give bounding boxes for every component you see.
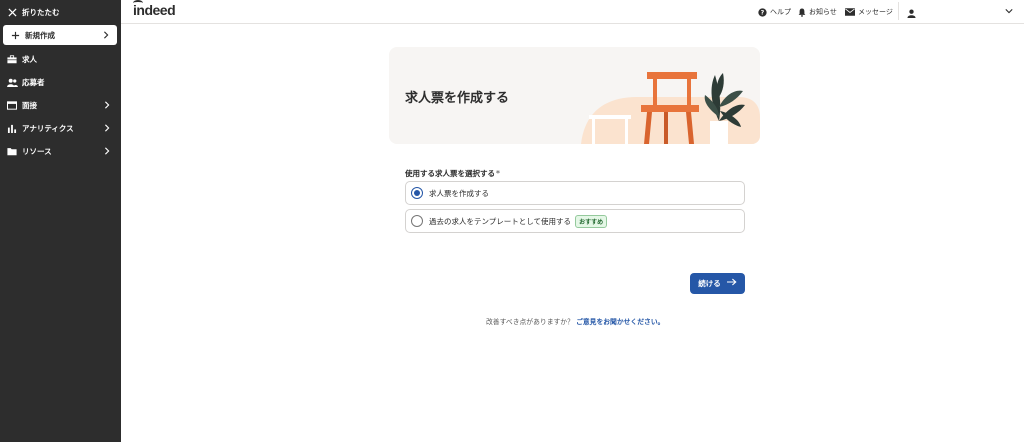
indeed-logo[interactable]: indeed [133, 2, 176, 18]
chair-plant-illustration [581, 72, 760, 144]
feedback-link[interactable]: ご意見をお聞かせください。 [576, 318, 664, 326]
briefcase-icon [5, 54, 19, 64]
messages-link[interactable]: メッセージ [845, 0, 893, 24]
continue-label: 続ける [698, 279, 721, 288]
sidebar-item-resources[interactable]: リソース [0, 140, 121, 162]
sidebar-item-analytics[interactable]: アナリティクス [0, 117, 121, 139]
sidebar-item-candidates[interactable]: 応募者 [0, 71, 121, 93]
notifications-link[interactable]: お知らせ [798, 0, 837, 24]
sidebar-item-label: リソース [22, 146, 52, 156]
feedback-prompt: 改善すべき点がありますか？ [486, 318, 574, 326]
recommended-badge: おすすめ [575, 214, 608, 228]
bar-chart-icon [5, 124, 19, 133]
sidebar-item-interviews[interactable]: 面接 [0, 94, 121, 116]
sidebar-item-label: 面接 [22, 100, 37, 110]
option-label: 求人票を作成する [429, 188, 489, 198]
header-divider [898, 2, 899, 20]
plus-icon [8, 31, 22, 40]
user-icon [907, 3, 916, 22]
job-source-question: 使用する求人票を選択する* [405, 168, 500, 179]
sidebar: 折りたたむ 新規作成 求人 応募者 面接 アナリティクス リソース [0, 0, 121, 442]
feedback-line: 改善すべき点がありますか？ ご意見をお聞かせください。 [486, 316, 664, 326]
sidebar-item-label: 新規作成 [25, 30, 55, 40]
help-link[interactable]: ? ヘルプ [758, 0, 791, 24]
account-menu[interactable] [907, 0, 1019, 24]
mail-icon [845, 8, 855, 16]
calendar-icon [5, 100, 19, 110]
help-label: ヘルプ [770, 8, 791, 16]
sidebar-item-label: 求人 [22, 54, 37, 64]
close-icon [5, 7, 19, 17]
option-label: 過去の求人をテンプレートとして使用する [429, 216, 572, 226]
radio-create-new[interactable] [411, 187, 423, 199]
radio-use-template[interactable] [411, 215, 423, 227]
sidebar-item-jobs[interactable]: 求人 [0, 48, 121, 70]
chevron-right-icon [101, 147, 113, 155]
chevron-down-icon [1005, 7, 1013, 17]
sidebar-item-label: アナリティクス [22, 123, 74, 133]
sidebar-item-new[interactable]: 新規作成 [3, 25, 117, 45]
collapse-label: 折りたたむ [22, 7, 60, 17]
people-icon [5, 78, 19, 87]
hero-banner: 求人票を作成する [389, 47, 760, 144]
chevron-right-icon [101, 101, 113, 109]
arrow-right-icon [726, 278, 737, 289]
continue-button[interactable]: 続ける [690, 273, 745, 294]
bell-icon [798, 8, 806, 17]
sidebar-item-label: 応募者 [22, 77, 45, 87]
notifications-label: お知らせ [809, 8, 837, 16]
chevron-right-icon [100, 31, 112, 39]
messages-label: メッセージ [858, 8, 893, 16]
question-text: 使用する求人票を選択する [405, 169, 495, 178]
help-icon: ? [758, 7, 767, 17]
collapse-sidebar-button[interactable]: 折りたたむ [0, 1, 121, 23]
folder-icon [5, 147, 19, 156]
required-mark: * [496, 169, 500, 178]
chevron-right-icon [101, 124, 113, 132]
option-create-new[interactable]: 求人票を作成する [405, 181, 745, 205]
option-use-template[interactable]: 過去の求人をテンプレートとして使用する おすすめ [405, 209, 745, 233]
top-header: indeed ? ヘルプ お知らせ メッセージ [121, 0, 1024, 24]
svg-text:?: ? [761, 9, 765, 16]
